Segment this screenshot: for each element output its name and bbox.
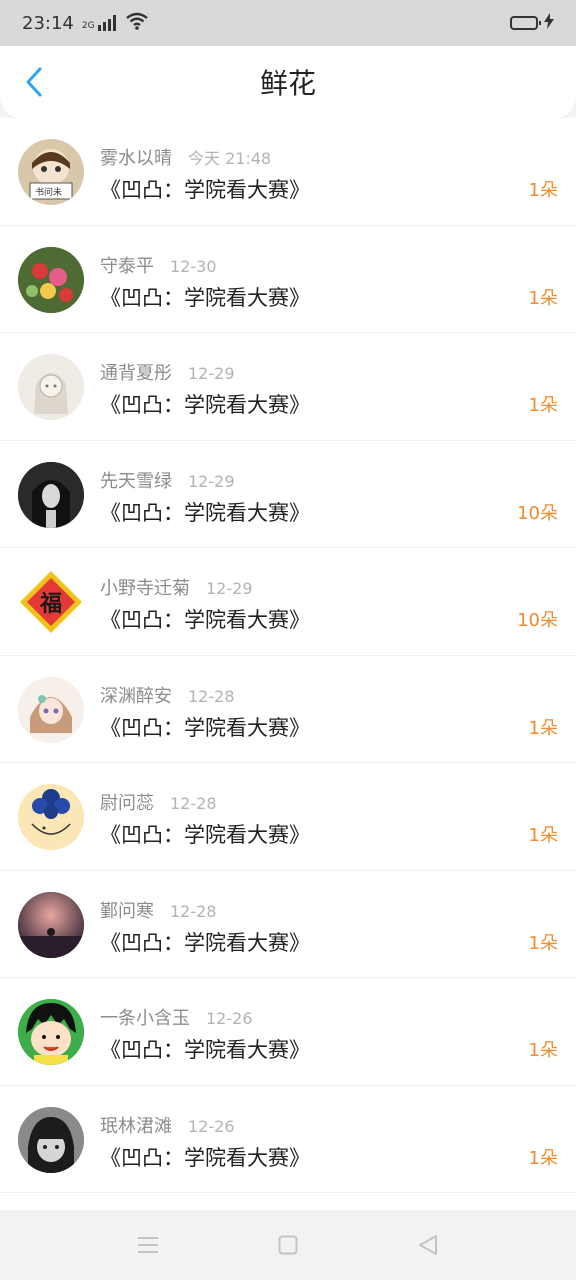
status-right bbox=[510, 13, 554, 33]
avatar bbox=[18, 1106, 84, 1173]
book-title: 《凹凸：学院看大赛》 bbox=[100, 715, 310, 740]
user-name: 鄞问寒 12-28 bbox=[100, 900, 217, 922]
item-date: 12-26 bbox=[188, 1116, 235, 1136]
flower-list: 书问未 雾水以晴 今天 21:48 《凹凸：学院看大赛》 1朵 守泰平 12-30 … bbox=[0, 118, 576, 1210]
avatar bbox=[18, 784, 84, 850]
book-title: 《凹凸：学院看大赛》 bbox=[100, 1038, 310, 1062]
user-name: 通背夏彤 12-29 bbox=[100, 363, 235, 384]
page-header: 鲜花 bbox=[0, 46, 576, 118]
flower-count: 1朵 bbox=[528, 717, 558, 739]
list-item[interactable]: 福 小野寺迁菊 12-29 《凹凸：学院看大赛》 10朵 bbox=[0, 548, 576, 656]
item-date: 12-26 bbox=[206, 1009, 253, 1028]
book-title: 《凹凸：学院看大赛》 bbox=[100, 500, 310, 525]
user-name: 珉林涒滩 12-26 bbox=[100, 1115, 235, 1137]
flower-count: 1朵 bbox=[528, 395, 558, 416]
avatar bbox=[18, 354, 84, 420]
list-item[interactable]: 深渊醉安 12-28 《凹凸：学院看大赛》 1朵 bbox=[0, 656, 576, 763]
list-item[interactable]: 守泰平 12-30 《凹凸：学院看大赛》 1朵 bbox=[0, 226, 576, 333]
network-type: 2G bbox=[81, 21, 95, 31]
nav-back-button[interactable] bbox=[413, 1230, 443, 1260]
item-date: 12-28 bbox=[170, 901, 217, 921]
user-name: 守泰平 12-30 bbox=[100, 255, 217, 277]
system-nav-bar bbox=[0, 1210, 576, 1280]
back-button[interactable] bbox=[14, 62, 54, 102]
item-date: 12-30 bbox=[170, 256, 217, 276]
list-item[interactable]: 通背夏彤 12-29 《凹凸：学院看大赛》 1朵 bbox=[0, 333, 576, 441]
menu-icon bbox=[138, 1237, 158, 1253]
svg-text:书问未: 书问未 bbox=[35, 186, 62, 198]
book-title: 《凹凸：学院看大赛》 bbox=[100, 285, 310, 310]
list-item[interactable]: 珉林涒滩 12-26 《凹凸：学院看大赛》 1朵 bbox=[0, 1086, 576, 1193]
user-name: 小野寺迁菊 12-29 bbox=[100, 578, 253, 599]
user-name: 一条小含玉 12-26 bbox=[100, 1008, 253, 1029]
charging-icon bbox=[544, 13, 554, 33]
item-date: 今天 21:48 bbox=[188, 149, 272, 168]
list-item[interactable]: 一条小含玉 12-26 《凹凸：学院看大赛》 1朵 bbox=[0, 978, 576, 1086]
item-date: 12-29 bbox=[188, 471, 235, 491]
book-title: 《凹凸：学院看大赛》 bbox=[100, 930, 310, 955]
item-date: 12-29 bbox=[188, 364, 235, 383]
item-date: 12-29 bbox=[206, 579, 253, 598]
avatar bbox=[18, 999, 84, 1065]
flower-count: 1朵 bbox=[528, 932, 558, 954]
divider bbox=[0, 1192, 576, 1193]
user-name: 尉问蕊 12-28 bbox=[100, 793, 217, 814]
user-name: 深渊醉安 12-28 bbox=[100, 685, 235, 707]
page-title: 鲜花 bbox=[259, 67, 316, 100]
avatar bbox=[18, 461, 84, 528]
book-title: 《凹凸：学院看大赛》 bbox=[100, 823, 310, 847]
item-date: 12-28 bbox=[188, 686, 235, 706]
avatar bbox=[18, 246, 84, 313]
item-date: 12-28 bbox=[170, 794, 217, 813]
flower-count: 10朵 bbox=[517, 502, 558, 524]
home-square-icon bbox=[278, 1235, 298, 1255]
list-item[interactable]: 先天雪绿 12-29 《凹凸：学院看大赛》 10朵 bbox=[0, 441, 576, 548]
status-time: 23:14 bbox=[22, 12, 74, 34]
user-name: 先天雪绿 12-29 bbox=[100, 470, 235, 492]
avatar: 书问未 bbox=[18, 139, 84, 205]
avatar bbox=[18, 676, 84, 743]
book-title: 《凹凸：学院看大赛》 bbox=[100, 608, 310, 632]
user-name: 雾水以晴 今天 21:48 bbox=[100, 148, 272, 169]
flower-count: 1朵 bbox=[528, 825, 558, 846]
back-triangle-icon bbox=[419, 1235, 437, 1255]
book-title: 《凹凸：学院看大赛》 bbox=[100, 178, 310, 202]
status-left: 23:14 2G bbox=[22, 12, 148, 35]
home-button[interactable] bbox=[273, 1230, 303, 1260]
flower-count: 1朵 bbox=[528, 287, 558, 309]
flower-count: 10朵 bbox=[517, 610, 558, 631]
flower-count: 1朵 bbox=[528, 1147, 558, 1169]
signal-icon: 2G bbox=[82, 15, 118, 31]
wifi-icon bbox=[125, 12, 148, 35]
list-item[interactable]: 鄞问寒 12-28 《凹凸：学院看大赛》 1朵 bbox=[0, 871, 576, 978]
list-item[interactable]: 尉问蕊 12-28 《凹凸：学院看大赛》 1朵 bbox=[0, 763, 576, 871]
flower-count: 1朵 bbox=[528, 1040, 558, 1061]
back-arrow-icon bbox=[26, 67, 42, 97]
fu-glyph: 福 bbox=[39, 591, 62, 617]
book-title: 《凹凸：学院看大赛》 bbox=[100, 393, 310, 417]
book-title: 《凹凸：学院看大赛》 bbox=[100, 1145, 310, 1170]
battery-icon bbox=[510, 16, 541, 30]
avatar bbox=[18, 891, 84, 958]
avatar: 福 bbox=[18, 569, 84, 635]
flower-count: 1朵 bbox=[528, 180, 558, 201]
list-item[interactable]: 书问未 雾水以晴 今天 21:48 《凹凸：学院看大赛》 1朵 bbox=[0, 118, 576, 226]
menu-button[interactable] bbox=[133, 1230, 163, 1260]
status-bar: 23:14 2G bbox=[0, 0, 576, 46]
